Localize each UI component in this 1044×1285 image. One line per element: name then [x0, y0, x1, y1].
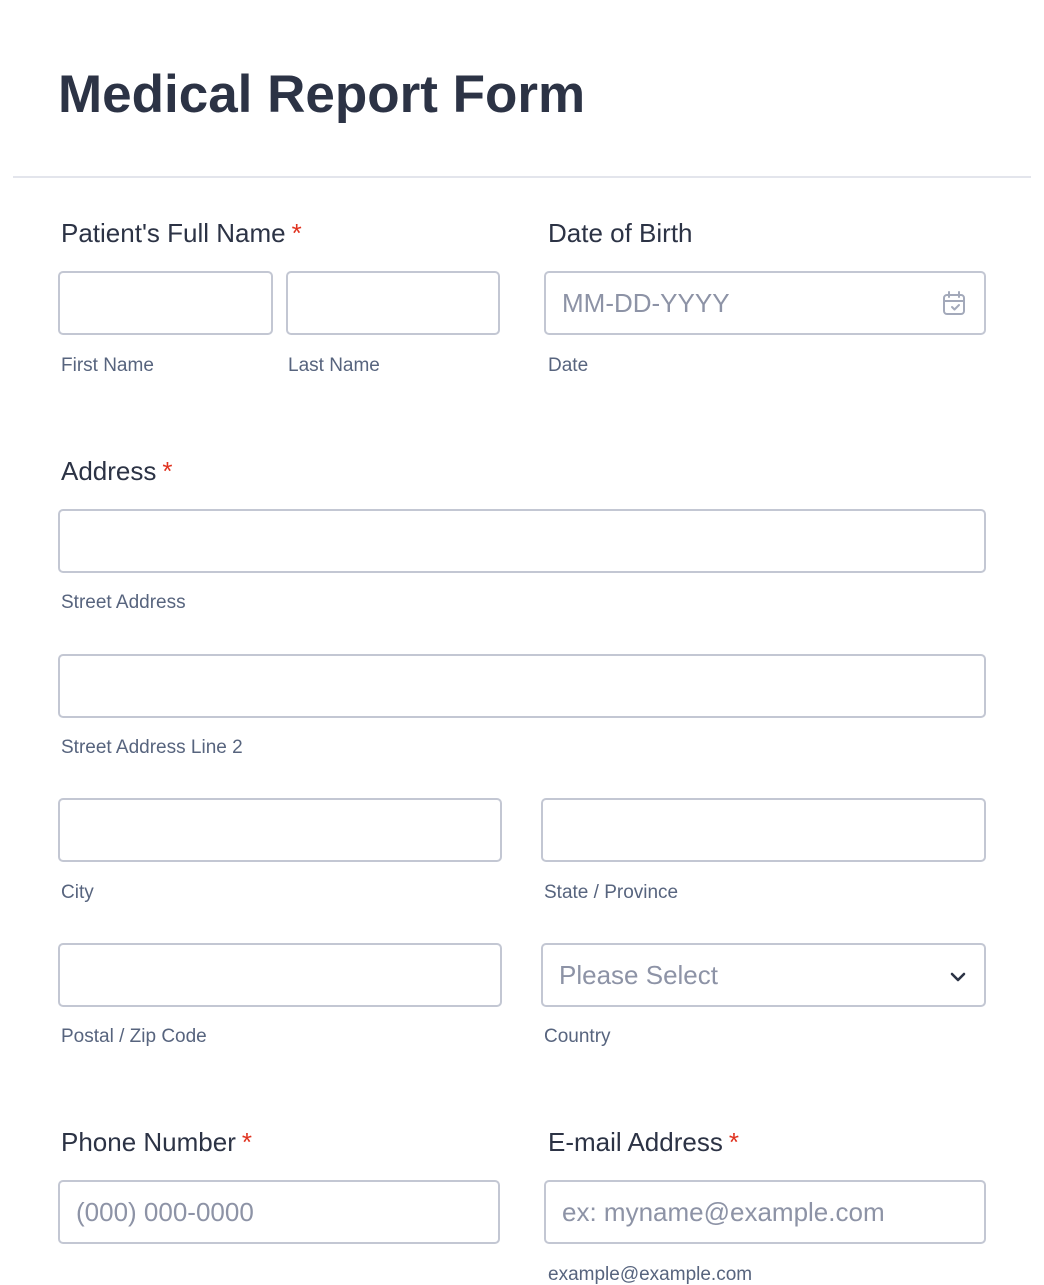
street-address-line2-input[interactable] [58, 654, 986, 718]
first-name-input[interactable] [58, 271, 273, 335]
email-label-text: E-mail Address [548, 1127, 723, 1157]
country-select[interactable]: Please Select [541, 943, 986, 1007]
required-mark: * [241, 1127, 253, 1157]
last-name-sublabel: Last Name [288, 355, 380, 376]
title-divider [13, 176, 1031, 178]
email-sublabel: example@example.com [548, 1264, 753, 1285]
state-province-sublabel: State / Province [544, 882, 679, 903]
state-province-input[interactable] [541, 798, 986, 862]
phone-label-text: Phone Number [61, 1127, 236, 1157]
dob-sublabel: Date [548, 355, 589, 376]
street-address-sublabel: Street Address [61, 592, 186, 613]
required-mark: * [291, 218, 302, 248]
email-label: E-mail Address * [548, 1127, 739, 1157]
form-title: Medical Report Form [58, 65, 586, 124]
last-name-input[interactable] [286, 271, 500, 335]
city-input[interactable] [58, 798, 502, 862]
patient-name-label-text: Patient's Full Name [61, 218, 286, 248]
street-address-line2-sublabel: Street Address Line 2 [61, 737, 243, 758]
calendar-icon[interactable] [942, 291, 966, 317]
street-address-input[interactable] [58, 509, 986, 573]
dob-label: Date of Birth [548, 218, 693, 248]
dob-input[interactable]: MM-DD-YYYY [544, 271, 986, 335]
city-sublabel: City [61, 882, 94, 903]
first-name-sublabel: First Name [61, 355, 154, 376]
patient-name-label: Patient's Full Name * [61, 218, 302, 248]
postal-code-input[interactable] [58, 943, 502, 1007]
address-label: Address * [61, 456, 173, 486]
dob-label-text: Date of Birth [548, 218, 693, 248]
country-select-value: Please Select [559, 959, 718, 990]
required-mark: * [728, 1127, 739, 1157]
medical-report-form: Medical Report Form Patient's Full Name *… [0, 0, 1044, 1285]
email-input[interactable] [544, 1180, 986, 1244]
dob-placeholder: MM-DD-YYYY [562, 287, 730, 318]
country-sublabel: Country [544, 1026, 611, 1047]
phone-number-input[interactable] [58, 1180, 500, 1244]
required-mark: * [162, 456, 173, 486]
address-label-text: Address [61, 456, 157, 486]
chevron-down-icon [950, 972, 966, 982]
phone-label: Phone Number * [61, 1127, 252, 1157]
postal-code-sublabel: Postal / Zip Code [61, 1026, 207, 1047]
